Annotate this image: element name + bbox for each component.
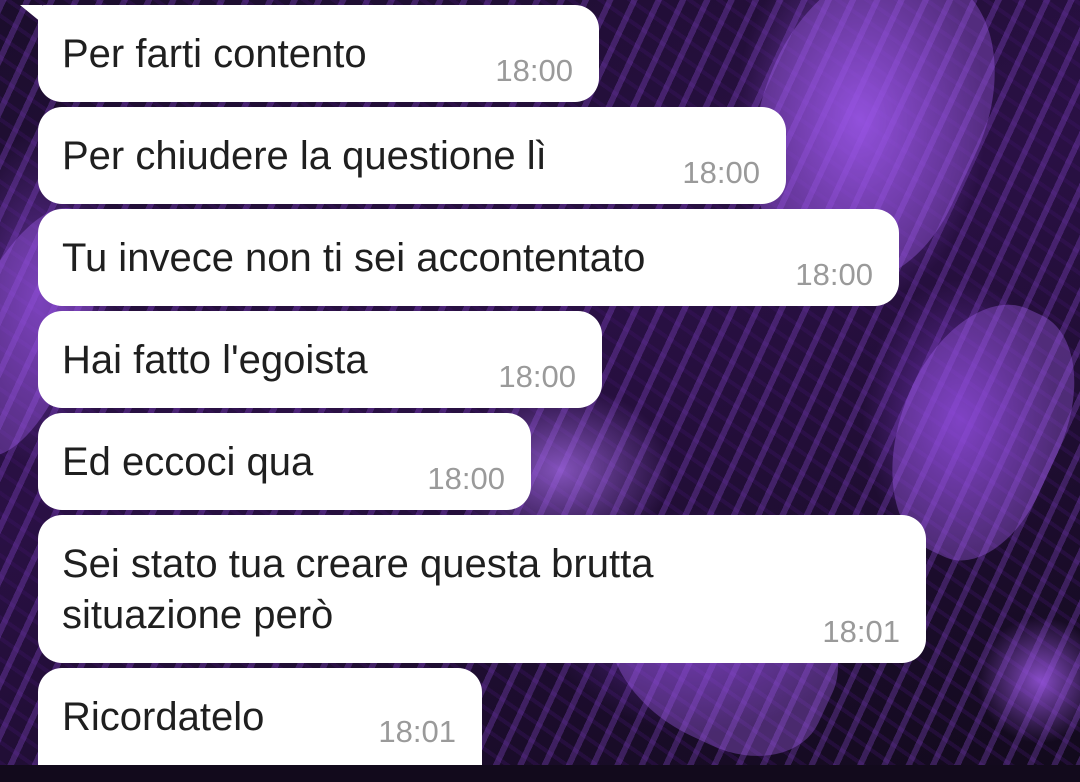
message-bubble[interactable]: Ricordatelo 18:01 — [38, 668, 482, 765]
message-time: 18:00 — [495, 53, 573, 88]
message-bubble[interactable]: Hai fatto l'egoista 18:00 — [38, 311, 602, 408]
message-bubble[interactable]: Sei stato tua creare questa brutta situa… — [38, 515, 926, 663]
message-bubble[interactable]: Ed eccoci qua 18:00 — [38, 413, 531, 510]
message-time: 18:00 — [682, 155, 760, 190]
message-bubble[interactable]: Per farti contento 18:00 — [38, 5, 599, 102]
message-text: Sei stato tua creare questa brutta situa… — [62, 542, 654, 637]
message-text: Tu invece non ti sei accontentato — [62, 236, 646, 280]
message-time: 18:00 — [427, 461, 505, 496]
message-time: 18:00 — [498, 359, 576, 394]
message-time: 18:01 — [378, 714, 456, 749]
message-time: 18:01 — [822, 614, 900, 649]
message-bubble[interactable]: Tu invece non ti sei accontentato 18:00 — [38, 209, 899, 306]
message-time: 18:00 — [795, 257, 873, 292]
message-bubble[interactable]: Per chiudere la questione lì 18:00 — [38, 107, 786, 204]
message-list[interactable]: Per farti contento 18:00 Per chiudere la… — [0, 0, 1080, 765]
message-text: Per chiudere la questione lì — [62, 134, 547, 178]
